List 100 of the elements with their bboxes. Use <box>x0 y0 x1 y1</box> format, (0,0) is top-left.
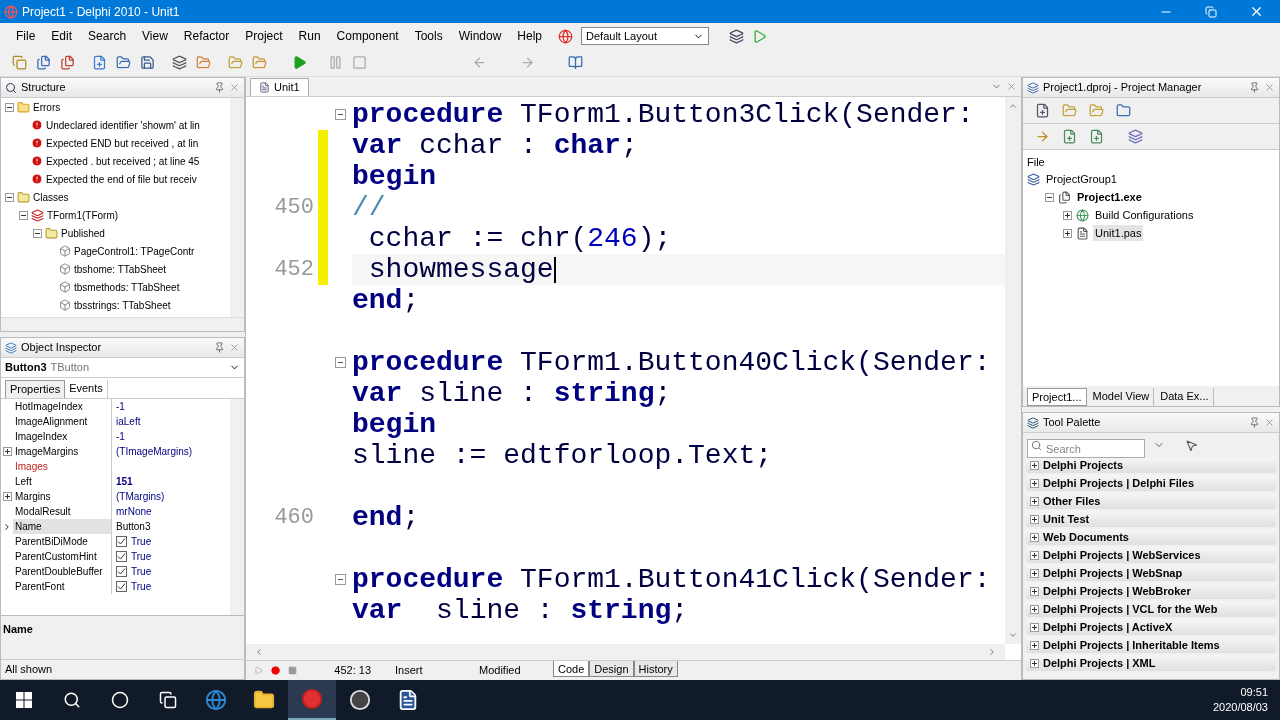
palette-category[interactable]: Unit Test <box>1026 511 1276 527</box>
property-name[interactable]: ImageAlignment <box>13 414 112 429</box>
globe-icon[interactable] <box>558 28 574 44</box>
expand-icon[interactable] <box>1030 496 1039 506</box>
property-value[interactable]: True <box>131 534 152 549</box>
property-value[interactable]: Button3 <box>116 519 151 534</box>
fold-icon[interactable] <box>334 357 346 368</box>
object-selector[interactable]: Button3 TButton <box>1 358 244 378</box>
property-value[interactable]: -1 <box>116 429 125 444</box>
folder-icon[interactable] <box>253 689 275 711</box>
vertical-scrollbar[interactable] <box>230 399 244 615</box>
property-value[interactable]: (TMargins) <box>116 489 165 504</box>
menu-item[interactable]: Window <box>450 27 510 45</box>
horizontal-scrollbar[interactable] <box>246 644 1005 660</box>
expand-icon[interactable] <box>2 492 12 501</box>
property-name[interactable]: Name <box>13 519 112 534</box>
save-icon[interactable] <box>140 55 155 70</box>
task-view-icon[interactable] <box>159 691 177 709</box>
expand-icon[interactable] <box>1030 640 1039 650</box>
tree-item[interactable]: Unit1.pas <box>1093 224 1144 242</box>
property-name[interactable]: Margins <box>13 489 112 504</box>
close-icon[interactable] <box>1264 417 1275 428</box>
tree-item[interactable]: ProjectGroup1 <box>1044 170 1119 188</box>
browser-icon[interactable] <box>205 689 227 711</box>
start-icon[interactable] <box>16 692 32 708</box>
property-value[interactable]: -1 <box>116 399 125 414</box>
close-icon[interactable] <box>229 82 240 93</box>
tree-item[interactable]: PageControl1: TPageContr <box>74 243 195 259</box>
tree-item[interactable]: tbshome: TTabSheet <box>74 261 167 277</box>
files-icon[interactable] <box>60 55 75 70</box>
new-file-icon[interactable] <box>92 55 107 70</box>
tree-item[interactable]: Expected the end of file but receiv <box>46 171 197 187</box>
add-new-icon[interactable] <box>1035 103 1050 118</box>
property-value[interactable]: iaLeft <box>116 414 141 429</box>
tree-item[interactable]: tbsmethods: TTabSheet <box>74 279 180 295</box>
panel-tab[interactable]: Model View <box>1088 388 1155 406</box>
palette-category[interactable]: Delphi Projects | Delphi Files <box>1026 475 1276 491</box>
expand-icon[interactable] <box>1030 568 1039 578</box>
tree-item[interactable]: Errors <box>33 99 61 115</box>
menu-item[interactable]: File <box>8 27 44 45</box>
fold-icon[interactable] <box>334 574 346 585</box>
palette-category[interactable]: Delphi Projects | XML <box>1026 655 1276 671</box>
expand-icon[interactable] <box>1030 514 1039 524</box>
menu-item[interactable]: Refactor <box>175 27 238 45</box>
menu-item[interactable]: Component <box>328 27 407 45</box>
vertical-scrollbar[interactable] <box>230 98 244 317</box>
recorder-icon[interactable] <box>349 689 371 711</box>
close-icon[interactable] <box>1264 82 1275 93</box>
expand-icon[interactable] <box>1030 550 1039 560</box>
property-value[interactable]: True <box>131 564 152 579</box>
palette-category[interactable]: Delphi Projects | Inheritable Items <box>1026 637 1276 653</box>
checkbox[interactable] <box>116 566 127 577</box>
scroll-left-icon[interactable] <box>254 647 264 657</box>
copy-icon[interactable] <box>12 55 27 70</box>
checkbox[interactable] <box>116 581 127 592</box>
expand-icon[interactable] <box>1030 604 1039 614</box>
collapse-icon[interactable] <box>33 228 42 238</box>
palette-category[interactable]: Delphi Projects | WebServices <box>1026 547 1276 563</box>
view-tab[interactable]: History <box>633 661 678 677</box>
palette-category[interactable]: Delphi Projects | VCL for the Web <box>1026 601 1276 617</box>
property-name[interactable]: ParentDoubleBuffer <box>13 564 112 579</box>
property-name[interactable]: ImageIndex <box>13 429 112 444</box>
pointer-icon[interactable] <box>1185 438 1198 452</box>
inspector-tab[interactable]: Properties <box>5 380 66 398</box>
menu-item[interactable]: View <box>134 27 176 45</box>
property-name[interactable]: Left <box>13 474 112 489</box>
property-name[interactable]: ParentBiDiMode <box>13 534 112 549</box>
tree-item[interactable]: Expected END but received , at lin <box>46 135 199 151</box>
cortana-icon[interactable] <box>111 691 129 709</box>
menu-item[interactable]: Tools <box>406 27 451 45</box>
checkbox[interactable] <box>116 536 127 547</box>
scroll-right-icon[interactable] <box>987 647 997 657</box>
tree-item[interactable]: Undeclared identifier 'showm' at lin <box>46 117 200 133</box>
property-value[interactable]: True <box>131 579 152 594</box>
property-value[interactable]: True <box>131 549 152 564</box>
search-field[interactable]: Search <box>1027 439 1145 458</box>
property-value[interactable]: 151 <box>116 474 133 489</box>
close-icon[interactable] <box>229 342 240 353</box>
tree-item[interactable]: Project1.exe <box>1075 188 1144 206</box>
menu-item[interactable]: Help <box>509 27 551 45</box>
menu-item[interactable]: Project <box>237 27 291 45</box>
collapse-icon[interactable] <box>1045 192 1054 202</box>
column-header[interactable]: File <box>1027 154 1275 170</box>
palette-category[interactable]: Web Documents <box>1026 529 1276 545</box>
menu-item[interactable]: Edit <box>43 27 81 45</box>
collapse-icon[interactable] <box>5 192 14 202</box>
editor-tab[interactable]: Unit1 <box>250 78 309 96</box>
palette-category[interactable]: Delphi Projects | WebSnap <box>1026 565 1276 581</box>
tree-item[interactable]: Expected . but received ; at line 45 <box>46 153 200 169</box>
record-icon[interactable] <box>271 666 280 675</box>
expand-icon[interactable] <box>1030 460 1039 470</box>
document-icon[interactable] <box>397 689 419 711</box>
palette-category[interactable]: Delphi Projects <box>1026 457 1276 473</box>
pin-icon[interactable] <box>214 342 225 353</box>
palette-category[interactable]: Delphi Projects | WebBroker <box>1026 583 1276 599</box>
stop-icon[interactable] <box>288 666 297 675</box>
panel-tab[interactable]: Project1... <box>1027 388 1087 406</box>
expand-icon[interactable] <box>1063 210 1072 220</box>
pin-icon[interactable] <box>214 82 225 93</box>
tree-item[interactable]: Build Configurations <box>1093 206 1196 224</box>
